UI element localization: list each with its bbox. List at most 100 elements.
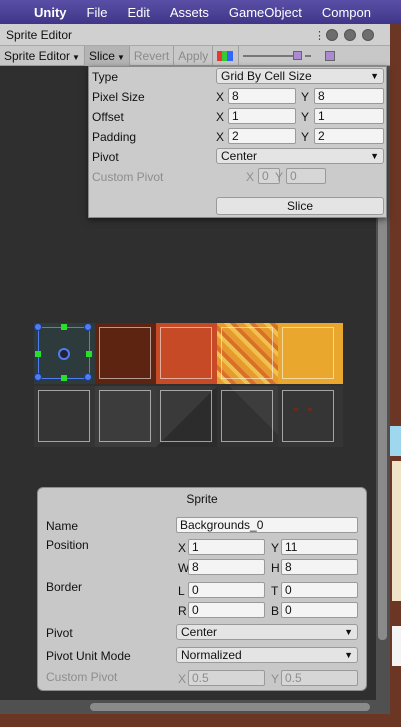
selection-edge-handle[interactable] <box>86 351 92 357</box>
offset-label: Offset <box>92 110 124 124</box>
window-zoom-button[interactable] <box>344 29 356 41</box>
sprite-tile[interactable] <box>95 386 156 447</box>
sprite-custom-pivot-y-field[interactable]: 0.5 <box>281 670 358 686</box>
slice-custom-pivot-y-field[interactable]: 0 <box>286 168 326 184</box>
menu-edit[interactable]: Edit <box>127 5 149 20</box>
pixel-size-label: Pixel Size <box>92 90 145 104</box>
offset-x-field[interactable]: 1 <box>228 108 296 124</box>
slice-popup: Type Grid By Cell Size ▼ Pixel Size X 8 … <box>88 66 387 218</box>
pivot-unit-mode-value: Normalized <box>181 648 242 662</box>
sprite-tile[interactable] <box>156 323 217 384</box>
menu-assets[interactable]: Assets <box>170 5 209 20</box>
border-l-axis: L <box>178 584 185 598</box>
chevron-down-icon: ▼ <box>370 151 379 161</box>
selection-corner-handle[interactable] <box>84 373 92 381</box>
revert-button[interactable]: Revert <box>130 45 175 66</box>
slice-custom-pivot-label: Custom Pivot <box>92 170 164 184</box>
selection-corner-handle[interactable] <box>34 373 42 381</box>
mode-dropdown[interactable]: Sprite Editor ▼ <box>0 45 85 66</box>
sprite-name-label: Name <box>46 519 79 533</box>
slice-pivot-dropdown[interactable]: Center ▼ <box>216 148 384 164</box>
position-x-field[interactable]: 1 <box>188 539 265 555</box>
slice-pivot-label: Pivot <box>92 150 119 164</box>
sprite-panel-header: Sprite <box>186 492 218 506</box>
pivot-unit-mode-label: Pivot Unit Mode <box>46 649 131 663</box>
mode-dropdown-label: Sprite Editor <box>4 48 71 63</box>
position-h-axis: H <box>271 561 280 575</box>
scene-view-edge <box>390 66 401 727</box>
pixel-size-x-axis: X <box>216 90 225 104</box>
padding-y-field[interactable]: 2 <box>314 128 384 144</box>
menu-bar: Unity File Edit Assets GameObject Compon <box>0 0 401 24</box>
window-minimize-button[interactable] <box>326 29 338 41</box>
chevron-down-icon: ▼ <box>344 627 353 637</box>
zoom-min-icon <box>293 50 303 60</box>
sprite-tile[interactable] <box>278 323 343 384</box>
sprite-name-field[interactable]: Backgrounds_0 <box>176 517 358 533</box>
border-r-field[interactable]: 0 <box>188 602 265 618</box>
offset-y-field[interactable]: 1 <box>314 108 384 124</box>
window-title-bar: Sprite Editor ⋮ <box>0 24 390 46</box>
slice-menu-button[interactable]: Slice ▼ <box>84 45 130 66</box>
border-label: Border <box>46 580 83 594</box>
offset-x-axis: X <box>216 110 225 124</box>
sprite-editor-toolbar: Sprite Editor ▼ Slice ▼ Revert Apply <box>0 45 390 66</box>
sprite-custom-pivot-x-field[interactable]: 0.5 <box>188 670 265 686</box>
border-t-field[interactable]: 0 <box>281 582 358 598</box>
sprite-tile[interactable] <box>34 386 95 447</box>
border-b-axis: B <box>271 604 280 618</box>
slice-button[interactable]: Slice <box>216 197 384 215</box>
slice-menu-label: Slice <box>88 48 115 63</box>
sprite-custom-pivot-y-axis: Y <box>271 672 280 686</box>
menu-app-name[interactable]: Unity <box>34 5 67 20</box>
horizontal-scrollbar-thumb[interactable] <box>90 703 370 711</box>
pivot-unit-mode-dropdown[interactable]: Normalized ▼ <box>176 647 358 663</box>
offset-y-axis: Y <box>301 110 310 124</box>
menu-component[interactable]: Compon <box>322 5 371 20</box>
padding-x-field[interactable]: 2 <box>228 128 296 144</box>
slice-type-dropdown[interactable]: Grid By Cell Size ▼ <box>216 68 384 84</box>
selection-corner-handle[interactable] <box>84 323 92 331</box>
color-channel-icon[interactable] <box>213 45 240 66</box>
menu-gameobject[interactable]: GameObject <box>229 5 302 20</box>
sprite-inspector-panel: Sprite Name Backgrounds_0 Position X 1 Y… <box>37 487 367 691</box>
sprite-custom-pivot-x-axis: X <box>178 672 187 686</box>
pixel-size-y-field[interactable]: 8 <box>314 88 384 104</box>
sprite-tile[interactable] <box>95 323 156 384</box>
slice-type-label: Type <box>92 70 119 84</box>
sprite-tile[interactable] <box>156 386 217 447</box>
mip-slider[interactable] <box>321 46 341 66</box>
selection-edge-handle[interactable] <box>61 375 67 381</box>
border-l-field[interactable]: 0 <box>188 582 265 598</box>
sprite-tile[interactable] <box>217 386 278 447</box>
position-w-field[interactable]: 8 <box>188 559 265 575</box>
zoom-slider[interactable] <box>239 46 321 66</box>
chevron-down-icon: ▼ <box>72 52 80 62</box>
apply-button[interactable]: Apply <box>174 45 214 66</box>
chevron-down-icon: ▼ <box>370 71 379 81</box>
sprite-pivot-value: Center <box>181 625 218 639</box>
menu-file[interactable]: File <box>87 5 108 20</box>
pixel-size-x-field[interactable]: 8 <box>228 88 296 104</box>
position-y-axis: Y <box>271 541 280 555</box>
window-menu-icon[interactable]: ⋮ <box>314 29 325 42</box>
padding-x-axis: X <box>216 130 225 144</box>
position-h-field[interactable]: 8 <box>281 559 358 575</box>
selection-edge-handle[interactable] <box>35 351 41 357</box>
padding-label: Padding <box>92 130 137 144</box>
mip-icon <box>325 50 336 61</box>
sprite-pivot-dropdown[interactable]: Center ▼ <box>176 624 358 640</box>
position-x-axis: X <box>178 541 187 555</box>
position-label: Position <box>46 538 89 552</box>
pivot-handle-icon[interactable] <box>58 348 70 360</box>
border-b-field[interactable]: 0 <box>281 602 358 618</box>
position-y-field[interactable]: 11 <box>281 539 358 555</box>
window-close-button[interactable] <box>362 29 374 41</box>
chevron-down-icon: ▼ <box>344 650 353 660</box>
sprite-tile[interactable] <box>278 386 343 447</box>
border-t-axis: T <box>271 584 279 598</box>
selection-corner-handle[interactable] <box>34 323 42 331</box>
sprite-tile[interactable] <box>217 323 278 384</box>
selection-edge-handle[interactable] <box>61 324 67 330</box>
window-title: Sprite Editor <box>6 28 73 42</box>
